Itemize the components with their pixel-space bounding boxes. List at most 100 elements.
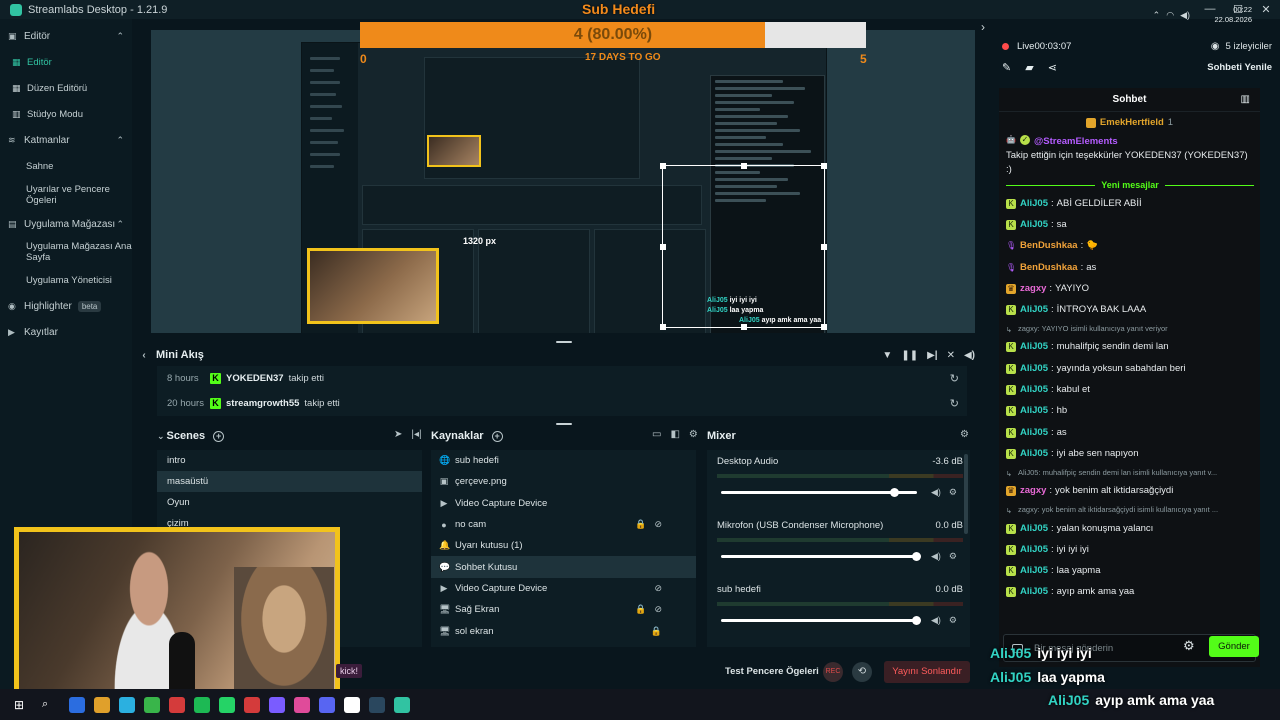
stream-preview[interactable]: 1320 px AliJ05 iyi iyi iyi AliJ05 laa ya… — [151, 30, 975, 333]
sidebar-item-highlighter[interactable]: ◉ Highlighter beta — [0, 293, 132, 319]
resize-handle[interactable] — [821, 244, 827, 250]
chat-user[interactable]: AliJ05 — [1020, 404, 1048, 418]
chat-settings-icon[interactable]: ⚙ — [1183, 638, 1195, 654]
sidebar-group-editor[interactable]: ▣ Editör ⌃ — [0, 23, 132, 49]
volume-knob[interactable] — [912, 616, 921, 625]
transition-icon[interactable]: ➤ — [394, 429, 402, 440]
volume-icon[interactable]: ◀) — [964, 350, 975, 361]
resize-handle[interactable] — [660, 163, 666, 169]
send-button[interactable]: Gönder — [1209, 636, 1259, 657]
scene-item[interactable]: Oyun — [157, 492, 422, 513]
sidebar-group-layers[interactable]: ≋ Katmanlar ⌃ — [0, 127, 132, 153]
replay-icon[interactable]: ↻ — [950, 372, 959, 385]
sidebar-item-editor[interactable]: ▦ Editör — [0, 49, 132, 75]
chat-user[interactable]: AliJ05 — [1020, 522, 1048, 536]
source-item[interactable]: 🖥 sol ekran 🔒 — [431, 620, 696, 641]
resize-handle[interactable] — [741, 324, 747, 330]
volume-icon[interactable]: ◀) — [1180, 10, 1190, 21]
chat-user[interactable]: AliJ05 — [1020, 447, 1048, 461]
volume-slider[interactable] — [721, 488, 917, 497]
start-icon[interactable]: ⊞ — [14, 698, 30, 712]
chat-user[interactable]: AliJ05 — [1020, 362, 1048, 376]
taskbar-app-icon[interactable] — [118, 696, 135, 713]
record-button[interactable]: REC — [823, 662, 843, 682]
resize-handle[interactable] — [660, 244, 666, 250]
pause-icon[interactable]: ❚❚ — [901, 350, 918, 361]
taskbar-app-icon[interactable] — [318, 696, 335, 713]
replay-icon[interactable]: ↻ — [950, 397, 959, 410]
chat-user[interactable]: AliJ05 — [1020, 426, 1048, 440]
resize-handle[interactable] — [821, 324, 827, 330]
volume-slider[interactable] — [721, 552, 921, 561]
source-item[interactable]: 🔔 Uyarı kutusu (1) — [431, 535, 696, 556]
mute-alerts-icon[interactable]: ✕ — [947, 350, 955, 361]
edit-icon[interactable]: ✎ — [1002, 61, 1011, 74]
gear-icon[interactable]: ⚙ — [960, 429, 969, 440]
scene-item[interactable]: intro — [157, 450, 422, 471]
popout-icon[interactable]: ▰ — [1025, 61, 1033, 74]
test-widgets-button[interactable]: Test Pencere Ögeleri — [725, 666, 819, 677]
chevron-left-icon[interactable]: ‹ — [132, 350, 156, 361]
taskbar-app-icon[interactable] — [268, 696, 285, 713]
lock-icon[interactable]: 🔒 — [635, 519, 646, 530]
taskbar-app-icon[interactable] — [68, 696, 85, 713]
end-stream-button[interactable]: Yayını Sonlandır — [884, 661, 970, 683]
stats-icon[interactable]: ▥ — [1241, 94, 1250, 105]
taskbar-app-icon[interactable] — [368, 696, 385, 713]
volume-knob[interactable] — [912, 552, 921, 561]
settings-icon[interactable]: ⚙ — [689, 429, 698, 440]
clock[interactable]: 00:22 22.08.2026 — [1214, 5, 1252, 25]
sidebar-item-app-manager[interactable]: Uygulama Yöneticisi — [0, 267, 132, 293]
chevron-down-icon[interactable]: ⌄ — [157, 431, 165, 442]
chat-user[interactable]: AliJ05 — [1020, 564, 1048, 578]
folder-icon[interactable]: ▭ — [652, 429, 661, 440]
gear-icon[interactable]: ⚙ — [949, 487, 957, 498]
source-item[interactable]: ▣ çerçeve.png — [431, 471, 696, 492]
resize-splitter[interactable] — [556, 341, 572, 343]
chat-user[interactable]: BenDushkaa — [1020, 239, 1078, 253]
add-scene-button[interactable]: + — [213, 430, 225, 442]
chat-user[interactable]: AliJ05 — [1020, 543, 1048, 557]
source-item[interactable]: ● no cam 🔒 ⊘ — [431, 514, 696, 535]
search-icon[interactable]: ⌕ — [42, 698, 58, 711]
refresh-chat-button[interactable]: Sohbeti Yenile — [1207, 62, 1272, 73]
sidebar-item-recordings[interactable]: ▶ Kayıtlar — [0, 319, 132, 345]
filter-icon[interactable]: ▼ — [882, 350, 892, 361]
source-item[interactable]: 💬 Sohbet Kutusu — [431, 556, 696, 578]
source-item[interactable]: ▶ Video Capture Device ⊘ — [431, 578, 696, 599]
replay-buffer-button[interactable]: ⟲ — [852, 662, 872, 682]
speaker-icon[interactable]: ◀) — [931, 487, 941, 498]
speaker-icon[interactable]: ◀) — [931, 615, 941, 626]
sidebar-item-scene[interactable]: Sahne — [0, 153, 132, 179]
chat-user[interactable]: zagxy — [1020, 484, 1046, 498]
chat-user[interactable]: AliJ05 — [1020, 585, 1048, 599]
chat-user[interactable]: AliJ05 — [1020, 303, 1048, 317]
wifi-icon[interactable]: ◠ — [1166, 10, 1174, 21]
visibility-off-icon[interactable]: ⊘ — [654, 519, 662, 530]
chat-user[interactable]: AliJ05 — [1020, 383, 1048, 397]
chevron-up-icon[interactable]: ⌃ — [1153, 10, 1161, 21]
chat-user[interactable]: AliJ05 — [1020, 197, 1048, 211]
remove-icon[interactable]: ◧ — [670, 429, 679, 440]
volume-slider[interactable] — [721, 616, 921, 625]
scene-collapse-icon[interactable]: |◂| — [411, 429, 421, 440]
source-item[interactable]: ▶ Video Capture Device — [431, 493, 696, 514]
sidebar-item-app-store-home[interactable]: Uygulama Mağazası Ana Sayfa — [0, 237, 132, 267]
taskbar-app-icon[interactable] — [343, 696, 360, 713]
add-source-button[interactable]: + — [491, 430, 503, 442]
lock-icon[interactable]: 🔒 — [635, 604, 646, 615]
chat-user[interactable]: zagxy — [1020, 282, 1046, 296]
share-icon[interactable]: ⋖ — [1048, 61, 1057, 74]
close-button[interactable]: ✕ — [1252, 3, 1280, 16]
taskbar-app-icon[interactable] — [218, 696, 235, 713]
source-item[interactable]: 🖥 Sağ Ekran 🔒 ⊘ — [431, 599, 696, 620]
chevron-right-icon[interactable]: › — [981, 20, 985, 34]
taskbar-app-icon[interactable] — [243, 696, 260, 713]
taskbar-app-icon[interactable] — [168, 696, 185, 713]
chat-user[interactable]: BenDushkaa — [1020, 261, 1078, 275]
sidebar-item-layout-editor[interactable]: ▦ Düzen Editörü — [0, 75, 132, 101]
visibility-off-icon[interactable]: ⊘ — [654, 583, 662, 594]
sidebar-group-app-store[interactable]: ▤ Uygulama Mağazası ⌃ — [0, 211, 132, 237]
sidebar-item-studio-mode[interactable]: ▥ Stüdyo Modu — [0, 101, 132, 127]
visibility-off-icon[interactable]: ⊘ — [654, 604, 662, 615]
